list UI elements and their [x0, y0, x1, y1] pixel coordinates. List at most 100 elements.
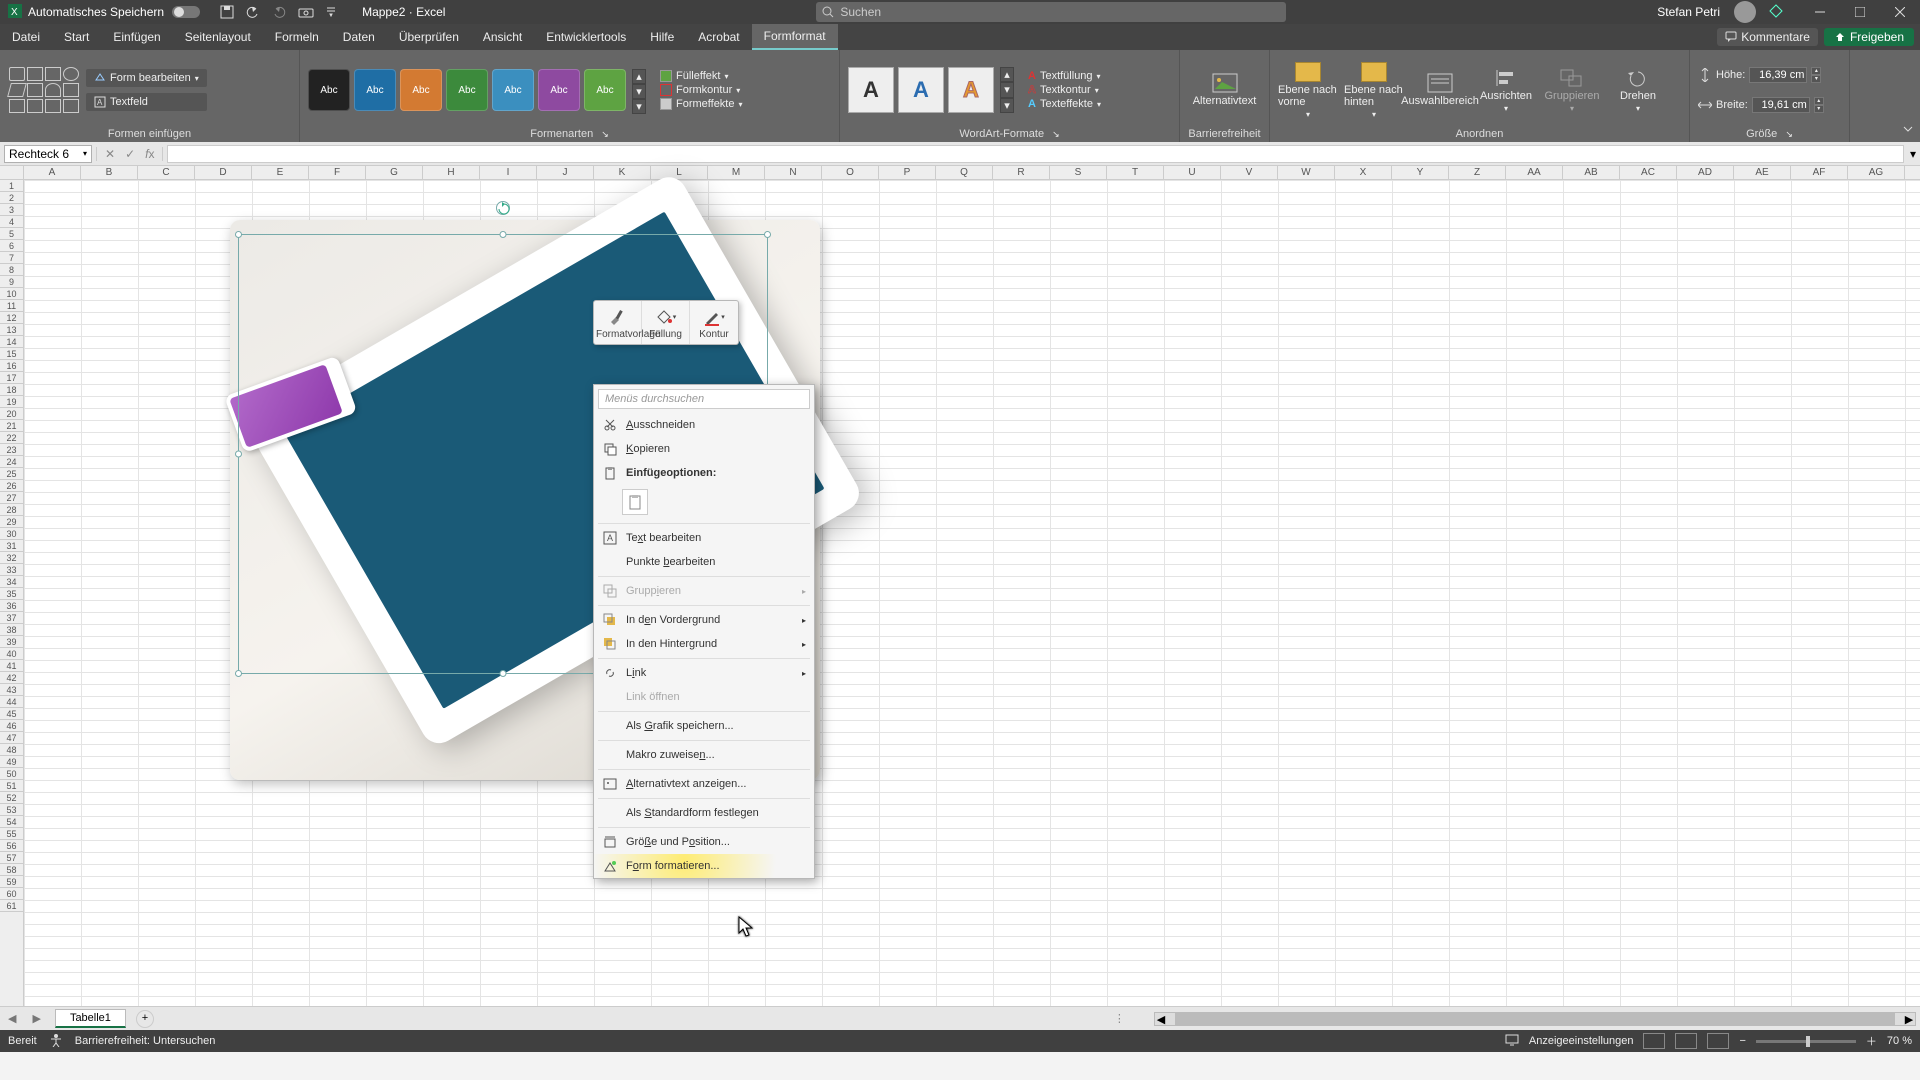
shape-style-4[interactable]: Abc	[492, 69, 534, 111]
row-header-51[interactable]: 51	[0, 780, 23, 792]
user-avatar[interactable]	[1734, 1, 1756, 23]
col-header-AG[interactable]: AG	[1848, 166, 1905, 179]
col-header-AD[interactable]: AD	[1677, 166, 1734, 179]
row-header-49[interactable]: 49	[0, 756, 23, 768]
row-header-30[interactable]: 30	[0, 528, 23, 540]
formula-bar[interactable]	[167, 145, 1904, 163]
row-header-11[interactable]: 11	[0, 300, 23, 312]
tab-ueberpruefen[interactable]: Überprüfen	[387, 24, 471, 50]
view-pagebreak-button[interactable]	[1707, 1033, 1729, 1049]
shape-style-gallery-scroll[interactable]: ▴▾▾	[632, 69, 646, 111]
col-header-E[interactable]: E	[252, 166, 309, 179]
row-header-22[interactable]: 22	[0, 432, 23, 444]
row-header-25[interactable]: 25	[0, 468, 23, 480]
row-header-50[interactable]: 50	[0, 768, 23, 780]
col-header-V[interactable]: V	[1221, 166, 1278, 179]
ctx-ausschneiden[interactable]: AAusschneidenusschneiden	[594, 413, 814, 437]
tab-daten[interactable]: Daten	[331, 24, 387, 50]
ctx-in-den-hintergrund[interactable]: In den Hintergrund▸	[594, 632, 814, 656]
row-header-20[interactable]: 20	[0, 408, 23, 420]
col-header-Z[interactable]: Z	[1449, 166, 1506, 179]
rotate-handle[interactable]	[496, 201, 510, 215]
row-header-32[interactable]: 32	[0, 552, 23, 564]
textkontur-button[interactable]: ATextkontur ▾	[1028, 84, 1101, 96]
row-header-8[interactable]: 8	[0, 264, 23, 276]
row-header-34[interactable]: 34	[0, 576, 23, 588]
shape-styles-gallery[interactable]: Abc Abc Abc Abc Abc Abc Abc	[308, 69, 626, 111]
ctx-als-standardform-festlegen[interactable]: Als Standardform festlegen	[594, 801, 814, 825]
wordart-gallery[interactable]: A A A	[848, 67, 994, 113]
tab-seitenlayout[interactable]: Seitenlayout	[173, 24, 263, 50]
row-header-47[interactable]: 47	[0, 732, 23, 744]
ctx-alternativtext-anzeigen[interactable]: Alternativtext anzeigen...	[594, 772, 814, 796]
ctx-link[interactable]: Link▸	[594, 661, 814, 685]
mini-formatvorlage-button[interactable]: Formatvorlage	[594, 301, 642, 344]
row-header-19[interactable]: 19	[0, 396, 23, 408]
tab-start[interactable]: Start	[52, 24, 101, 50]
view-normal-button[interactable]	[1643, 1033, 1665, 1049]
breite-spin-up[interactable]: ▴	[1814, 97, 1824, 105]
context-menu-search[interactable]: Menüs durchsuchen	[598, 389, 810, 409]
row-header-57[interactable]: 57	[0, 852, 23, 864]
shape-style-6[interactable]: Abc	[584, 69, 626, 111]
row-header-29[interactable]: 29	[0, 516, 23, 528]
col-header-T[interactable]: T	[1107, 166, 1164, 179]
window-minimize-button[interactable]	[1800, 0, 1840, 24]
row-header-1[interactable]: 1	[0, 180, 23, 192]
zoom-in-button[interactable]: ＋	[1866, 1033, 1877, 1049]
ctx-punkte-bearbeiten[interactable]: Punkte bearbeiten	[594, 550, 814, 574]
fx-enter-button[interactable]: ✓	[121, 147, 139, 161]
ctx-als-grafik-speichern[interactable]: Als Grafik speichern...	[594, 714, 814, 738]
status-accessibility-icon[interactable]	[49, 1033, 63, 1050]
tab-einfuegen[interactable]: Einfügen	[101, 24, 172, 50]
textfeld-button[interactable]: ATextfeld	[86, 93, 207, 111]
col-header-S[interactable]: S	[1050, 166, 1107, 179]
ctx-in-den-vordergrund[interactable]: In den Vordergrund▸	[594, 608, 814, 632]
ribbon-collapse-button[interactable]	[1902, 123, 1914, 138]
col-header-AA[interactable]: AA	[1506, 166, 1563, 179]
status-accessibility-text[interactable]: Barrierefreiheit: Untersuchen	[75, 1035, 216, 1047]
fx-cancel-button[interactable]: ✕	[101, 147, 119, 161]
formkontur-button[interactable]: Formkontur ▾	[660, 84, 743, 96]
ctx-kopieren[interactable]: Kopieren	[594, 437, 814, 461]
row-header-9[interactable]: 9	[0, 276, 23, 288]
row-header-26[interactable]: 26	[0, 480, 23, 492]
display-settings-icon[interactable]	[1505, 1034, 1519, 1049]
row-header-3[interactable]: 3	[0, 204, 23, 216]
wordart-gallery-scroll[interactable]: ▴▾▾	[1000, 67, 1014, 113]
qat-undo-icon[interactable]	[246, 5, 260, 19]
shape-style-5[interactable]: Abc	[538, 69, 580, 111]
sheet-add-button[interactable]: +	[136, 1010, 154, 1028]
col-header-AF[interactable]: AF	[1791, 166, 1848, 179]
qat-redo-icon[interactable]	[272, 5, 286, 19]
row-header-59[interactable]: 59	[0, 876, 23, 888]
row-header-12[interactable]: 12	[0, 312, 23, 324]
handle-n[interactable]	[500, 231, 507, 238]
window-maximize-button[interactable]	[1840, 0, 1880, 24]
row-header-28[interactable]: 28	[0, 504, 23, 516]
row-header-40[interactable]: 40	[0, 648, 23, 660]
ctx-form-formatieren[interactable]: Form formatieren...	[594, 854, 814, 878]
groesse-dialog-launcher[interactable]: ↘	[1785, 129, 1793, 140]
tab-ansicht[interactable]: Ansicht	[471, 24, 534, 50]
col-header-U[interactable]: U	[1164, 166, 1221, 179]
sheet-nav-next[interactable]: ▶	[24, 1012, 48, 1025]
col-header-AB[interactable]: AB	[1563, 166, 1620, 179]
sheet-nav-prev[interactable]: ◀	[0, 1012, 24, 1025]
user-name[interactable]: Stefan Petri	[1657, 5, 1720, 19]
ctx-text-bearbeiten[interactable]: AText bearbeiten	[594, 526, 814, 550]
row-header-60[interactable]: 60	[0, 888, 23, 900]
row-header-52[interactable]: 52	[0, 792, 23, 804]
kommentare-button[interactable]: Kommentare	[1717, 28, 1818, 46]
wordart-style-2[interactable]: A	[948, 67, 994, 113]
sheet-tab-1[interactable]: Tabelle1	[55, 1009, 126, 1028]
col-header-H[interactable]: H	[423, 166, 480, 179]
handle-w[interactable]	[235, 451, 242, 458]
textfuellung-button[interactable]: ATextfüllung ▾	[1028, 70, 1101, 82]
col-header-Y[interactable]: Y	[1392, 166, 1449, 179]
handle-sw[interactable]	[235, 670, 242, 677]
tab-hilfe[interactable]: Hilfe	[638, 24, 686, 50]
row-header-16[interactable]: 16	[0, 360, 23, 372]
tab-formformat[interactable]: Formformat	[752, 24, 838, 50]
drehen-button[interactable]: Drehen▾	[1608, 68, 1668, 113]
